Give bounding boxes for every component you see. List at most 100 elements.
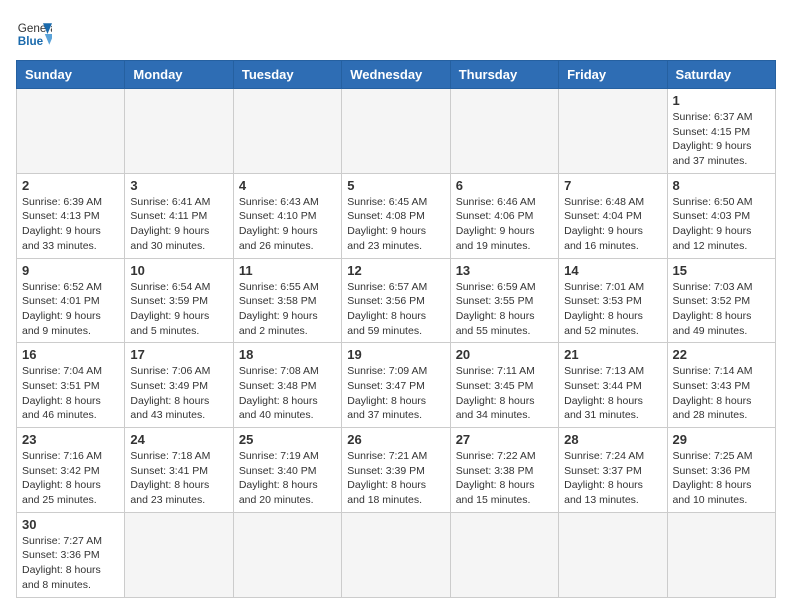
day-info: Sunrise: 7:27 AM Sunset: 3:36 PM Dayligh… — [22, 534, 119, 593]
calendar-day-cell: 30 Sunrise: 7:27 AM Sunset: 3:36 PM Dayli… — [17, 512, 125, 597]
logo-icon: General Blue — [16, 16, 52, 52]
calendar-day-cell: 19Sunrise: 7:09 AM Sunset: 3:47 PM Dayli… — [342, 343, 450, 428]
day-number: 12 — [347, 263, 444, 278]
calendar-day-cell: 7 Sunrise: 6:48 AM Sunset: 4:04 PM Daylig… — [559, 173, 667, 258]
day-info: Sunrise: 7:22 AM Sunset: 3:38 PM Dayligh… — [456, 449, 553, 508]
day-info: Sunrise: 7:21 AM Sunset: 3:39 PM Dayligh… — [347, 449, 444, 508]
day-number: 16 — [22, 347, 119, 362]
weekday-header-friday: Friday — [559, 61, 667, 89]
calendar-day-cell: 16 Sunrise: 7:04 AM Sunset: 3:51 PM Dayli… — [17, 343, 125, 428]
day-number: 11 — [239, 263, 336, 278]
day-number: 22 — [673, 347, 770, 362]
day-info: Sunrise: 7:11 AM Sunset: 3:45 PM Dayligh… — [456, 364, 553, 423]
day-info: Sunrise: 7:19 AM Sunset: 3:40 PM Dayligh… — [239, 449, 336, 508]
day-info: Sunrise: 7:09 AM Sunset: 3:47 PM Dayligh… — [347, 364, 444, 423]
page-header: General Blue — [16, 16, 776, 52]
calendar-day-cell — [125, 89, 233, 174]
day-number: 29 — [673, 432, 770, 447]
day-info: Sunrise: 6:41 AM Sunset: 4:11 PM Dayligh… — [130, 195, 227, 254]
day-info: Sunrise: 7:14 AM Sunset: 3:43 PM Dayligh… — [673, 364, 770, 423]
day-info: Sunrise: 7:25 AM Sunset: 3:36 PM Dayligh… — [673, 449, 770, 508]
calendar-day-cell: 2Sunrise: 6:39 AM Sunset: 4:13 PM Daylig… — [17, 173, 125, 258]
calendar-day-cell — [125, 512, 233, 597]
day-info: Sunrise: 6:59 AM Sunset: 3:55 PM Dayligh… — [456, 280, 553, 339]
calendar-day-cell: 14Sunrise: 7:01 AM Sunset: 3:53 PM Dayli… — [559, 258, 667, 343]
weekday-header-tuesday: Tuesday — [233, 61, 341, 89]
svg-text:Blue: Blue — [18, 35, 44, 48]
day-number: 5 — [347, 178, 444, 193]
day-number: 25 — [239, 432, 336, 447]
calendar-day-cell: 12 Sunrise: 6:57 AM Sunset: 3:56 PM Dayli… — [342, 258, 450, 343]
calendar-day-cell: 22 Sunrise: 7:14 AM Sunset: 3:43 PM Dayli… — [667, 343, 775, 428]
calendar-day-cell: 9Sunrise: 6:52 AM Sunset: 4:01 PM Daylig… — [17, 258, 125, 343]
day-number: 1 — [673, 93, 770, 108]
day-number: 27 — [456, 432, 553, 447]
calendar-day-cell: 15Sunrise: 7:03 AM Sunset: 3:52 PM Dayli… — [667, 258, 775, 343]
calendar-day-cell: 17 Sunrise: 7:06 AM Sunset: 3:49 PM Dayli… — [125, 343, 233, 428]
day-number: 13 — [456, 263, 553, 278]
calendar-week-row: 2Sunrise: 6:39 AM Sunset: 4:13 PM Daylig… — [17, 173, 776, 258]
day-number: 21 — [564, 347, 661, 362]
calendar-week-row: 23 Sunrise: 7:16 AM Sunset: 3:42 PM Dayli… — [17, 428, 776, 513]
calendar-week-row: 16 Sunrise: 7:04 AM Sunset: 3:51 PM Dayli… — [17, 343, 776, 428]
calendar-week-row: 1 Sunrise: 6:37 AM Sunset: 4:15 PM Daylig… — [17, 89, 776, 174]
day-info: Sunrise: 7:18 AM Sunset: 3:41 PM Dayligh… — [130, 449, 227, 508]
day-number: 3 — [130, 178, 227, 193]
day-number: 28 — [564, 432, 661, 447]
calendar-week-row: 9Sunrise: 6:52 AM Sunset: 4:01 PM Daylig… — [17, 258, 776, 343]
day-number: 10 — [130, 263, 227, 278]
day-number: 8 — [673, 178, 770, 193]
day-info: Sunrise: 6:54 AM Sunset: 3:59 PM Dayligh… — [130, 280, 227, 339]
weekday-header-wednesday: Wednesday — [342, 61, 450, 89]
calendar-day-cell — [233, 512, 341, 597]
day-number: 15 — [673, 263, 770, 278]
calendar-day-cell: 21Sunrise: 7:13 AM Sunset: 3:44 PM Dayli… — [559, 343, 667, 428]
day-number: 4 — [239, 178, 336, 193]
day-number: 26 — [347, 432, 444, 447]
day-info: Sunrise: 6:57 AM Sunset: 3:56 PM Dayligh… — [347, 280, 444, 339]
day-number: 14 — [564, 263, 661, 278]
day-info: Sunrise: 7:24 AM Sunset: 3:37 PM Dayligh… — [564, 449, 661, 508]
calendar-day-cell: 18 Sunrise: 7:08 AM Sunset: 3:48 PM Dayli… — [233, 343, 341, 428]
day-number: 20 — [456, 347, 553, 362]
weekday-header-sunday: Sunday — [17, 61, 125, 89]
calendar-day-cell: 11 Sunrise: 6:55 AM Sunset: 3:58 PM Dayli… — [233, 258, 341, 343]
calendar-day-cell: 8 Sunrise: 6:50 AM Sunset: 4:03 PM Daylig… — [667, 173, 775, 258]
weekday-header-row: SundayMondayTuesdayWednesdayThursdayFrid… — [17, 61, 776, 89]
calendar-day-cell: 13 Sunrise: 6:59 AM Sunset: 3:55 PM Dayli… — [450, 258, 558, 343]
day-number: 7 — [564, 178, 661, 193]
calendar-day-cell: 25 Sunrise: 7:19 AM Sunset: 3:40 PM Dayli… — [233, 428, 341, 513]
calendar-day-cell: 6 Sunrise: 6:46 AM Sunset: 4:06 PM Daylig… — [450, 173, 558, 258]
day-info: Sunrise: 7:08 AM Sunset: 3:48 PM Dayligh… — [239, 364, 336, 423]
day-info: Sunrise: 6:48 AM Sunset: 4:04 PM Dayligh… — [564, 195, 661, 254]
day-info: Sunrise: 6:37 AM Sunset: 4:15 PM Dayligh… — [673, 110, 770, 169]
day-info: Sunrise: 7:06 AM Sunset: 3:49 PM Dayligh… — [130, 364, 227, 423]
calendar-day-cell — [342, 512, 450, 597]
calendar-day-cell: 4 Sunrise: 6:43 AM Sunset: 4:10 PM Daylig… — [233, 173, 341, 258]
day-info: Sunrise: 6:55 AM Sunset: 3:58 PM Dayligh… — [239, 280, 336, 339]
calendar-table: SundayMondayTuesdayWednesdayThursdayFrid… — [16, 60, 776, 598]
day-number: 30 — [22, 517, 119, 532]
calendar-day-cell: 28 Sunrise: 7:24 AM Sunset: 3:37 PM Dayli… — [559, 428, 667, 513]
day-info: Sunrise: 6:50 AM Sunset: 4:03 PM Dayligh… — [673, 195, 770, 254]
calendar-day-cell: 3 Sunrise: 6:41 AM Sunset: 4:11 PM Daylig… — [125, 173, 233, 258]
day-number: 24 — [130, 432, 227, 447]
day-number: 9 — [22, 263, 119, 278]
calendar-day-cell: 26 Sunrise: 7:21 AM Sunset: 3:39 PM Dayli… — [342, 428, 450, 513]
calendar-day-cell — [342, 89, 450, 174]
calendar-day-cell — [450, 512, 558, 597]
weekday-header-monday: Monday — [125, 61, 233, 89]
day-info: Sunrise: 6:46 AM Sunset: 4:06 PM Dayligh… — [456, 195, 553, 254]
day-number: 23 — [22, 432, 119, 447]
day-number: 6 — [456, 178, 553, 193]
calendar-day-cell: 20 Sunrise: 7:11 AM Sunset: 3:45 PM Dayli… — [450, 343, 558, 428]
calendar-day-cell: 23 Sunrise: 7:16 AM Sunset: 3:42 PM Dayli… — [17, 428, 125, 513]
day-number: 17 — [130, 347, 227, 362]
day-number: 18 — [239, 347, 336, 362]
calendar-day-cell — [450, 89, 558, 174]
day-info: Sunrise: 6:43 AM Sunset: 4:10 PM Dayligh… — [239, 195, 336, 254]
day-info: Sunrise: 7:16 AM Sunset: 3:42 PM Dayligh… — [22, 449, 119, 508]
calendar-week-row: 30 Sunrise: 7:27 AM Sunset: 3:36 PM Dayli… — [17, 512, 776, 597]
calendar-day-cell: 10 Sunrise: 6:54 AM Sunset: 3:59 PM Dayli… — [125, 258, 233, 343]
day-info: Sunrise: 7:04 AM Sunset: 3:51 PM Dayligh… — [22, 364, 119, 423]
